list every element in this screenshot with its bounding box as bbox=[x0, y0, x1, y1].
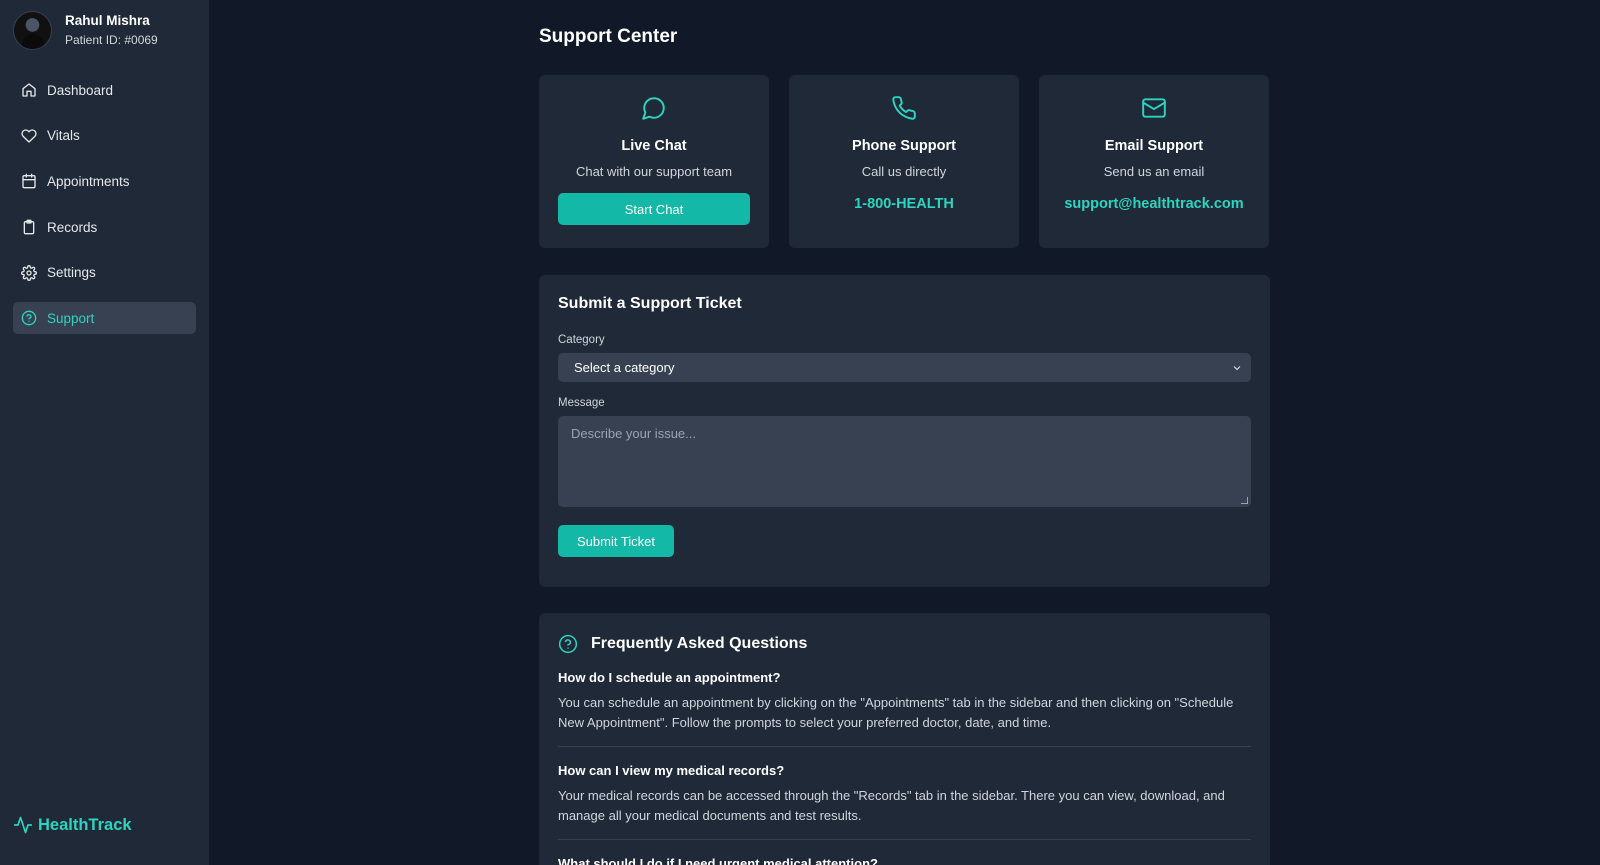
faq-answer: You can schedule an appointment by click… bbox=[558, 695, 1234, 730]
live-chat-card: Live Chat Chat with our support team Sta… bbox=[539, 75, 769, 248]
faq-item: How do I schedule an appointment? You ca… bbox=[558, 670, 1251, 747]
submit-ticket-button[interactable]: Submit Ticket bbox=[558, 525, 675, 557]
email-support-card: Email Support Send us an email support@h… bbox=[1039, 75, 1269, 248]
patient-id: Patient ID: #0069 bbox=[65, 32, 158, 47]
gear-icon bbox=[21, 264, 37, 281]
email-link[interactable]: support@healthtrack.com bbox=[1064, 196, 1243, 212]
app-root: Rahul Mishra Patient ID: #0069 Dashboard… bbox=[0, 0, 1600, 865]
sidebar-item-support[interactable]: Support bbox=[13, 302, 196, 335]
chevron-down-icon bbox=[1233, 365, 1241, 370]
message-placeholder: Describe your issue... bbox=[571, 426, 696, 441]
faq-question: What should I do if I need urgent medica… bbox=[558, 856, 878, 865]
sidebar-item-appointments[interactable]: Appointments bbox=[13, 165, 196, 197]
sidebar-item-vitals[interactable]: Vitals bbox=[13, 120, 196, 152]
phone-icon bbox=[891, 95, 917, 126]
sidebar-item-dashboard[interactable]: Dashboard bbox=[13, 74, 196, 106]
phone-support-card: Phone Support Call us directly 1-800-HEA… bbox=[789, 75, 1019, 248]
activity-icon bbox=[13, 816, 33, 834]
sidebar-item-label: Vitals bbox=[47, 128, 80, 144]
chat-bubble-icon bbox=[641, 95, 667, 126]
card-title: Live Chat bbox=[621, 138, 687, 154]
user-profile[interactable]: Rahul Mishra Patient ID: #0069 bbox=[0, 0, 209, 60]
ticket-form-title: Submit a Support Ticket bbox=[558, 295, 742, 312]
sidebar-nav: Dashboard Vitals Appointments Records Se… bbox=[0, 74, 209, 335]
brand-logo[interactable]: HealthTrack bbox=[13, 815, 132, 835]
sidebar-item-label: Support bbox=[47, 310, 95, 326]
faq-title: Frequently Asked Questions bbox=[591, 635, 808, 652]
category-select[interactable]: Select a category bbox=[558, 353, 1251, 382]
card-title: Phone Support bbox=[852, 138, 956, 154]
support-options: Live Chat Chat with our support team Sta… bbox=[539, 75, 1270, 248]
faq-question: How can I view my medical records? bbox=[558, 763, 785, 778]
avatar bbox=[13, 10, 52, 50]
sidebar-item-label: Settings bbox=[47, 265, 96, 281]
calendar-icon bbox=[22, 174, 36, 189]
message-label: Message bbox=[558, 397, 605, 409]
sidebar-item-label: Records bbox=[47, 219, 98, 235]
main-content: Support Center Live Chat Chat with our s… bbox=[209, 0, 1600, 865]
faq-header: Frequently Asked Questions bbox=[558, 634, 1251, 654]
card-subtitle: Call us directly bbox=[861, 164, 947, 179]
brand-name: HealthTrack bbox=[38, 815, 132, 834]
profile-text: Rahul Mishra Patient ID: #0069 bbox=[65, 12, 158, 49]
sidebar-item-settings[interactable]: Settings bbox=[13, 257, 196, 289]
card-subtitle: Chat with our support team bbox=[575, 164, 733, 179]
faq-section: Frequently Asked Questions How do I sche… bbox=[539, 613, 1270, 865]
faq-item: What should I do if I need urgent medica… bbox=[558, 856, 1251, 865]
resize-handle[interactable] bbox=[1241, 497, 1248, 504]
sidebar-item-label: Appointments bbox=[47, 173, 130, 189]
card-title: Email Support bbox=[1104, 138, 1204, 154]
faq-item: How can I view my medical records? Your … bbox=[558, 763, 1251, 840]
message-textarea[interactable]: Describe your issue... bbox=[558, 416, 1251, 507]
sidebar: Rahul Mishra Patient ID: #0069 Dashboard… bbox=[0, 0, 209, 865]
sidebar-item-label: Dashboard bbox=[47, 82, 114, 98]
category-select-value: Select a category bbox=[574, 360, 675, 375]
page-title: Support Center bbox=[539, 26, 678, 47]
heart-icon bbox=[21, 129, 37, 143]
support-content: Support Center Live Chat Chat with our s… bbox=[539, 0, 1270, 865]
sidebar-item-records[interactable]: Records bbox=[13, 211, 196, 243]
card-subtitle: Send us an email bbox=[1103, 164, 1205, 179]
help-circle-icon bbox=[21, 311, 37, 326]
phone-number-link[interactable]: 1-800-HEALTH bbox=[854, 196, 954, 212]
faq-answer: Your medical records can be accessed thr… bbox=[558, 788, 1225, 823]
home-icon bbox=[22, 83, 36, 97]
help-circle-icon bbox=[558, 634, 578, 654]
faq-question: How do I schedule an appointment? bbox=[558, 670, 781, 685]
start-chat-button[interactable]: Start Chat bbox=[558, 193, 750, 225]
support-ticket-form: Submit a Support Ticket Category Select … bbox=[539, 275, 1270, 587]
clipboard-icon bbox=[23, 219, 35, 235]
category-label: Category bbox=[558, 334, 605, 346]
mail-icon bbox=[1141, 95, 1167, 126]
user-name: Rahul Mishra bbox=[65, 12, 150, 28]
